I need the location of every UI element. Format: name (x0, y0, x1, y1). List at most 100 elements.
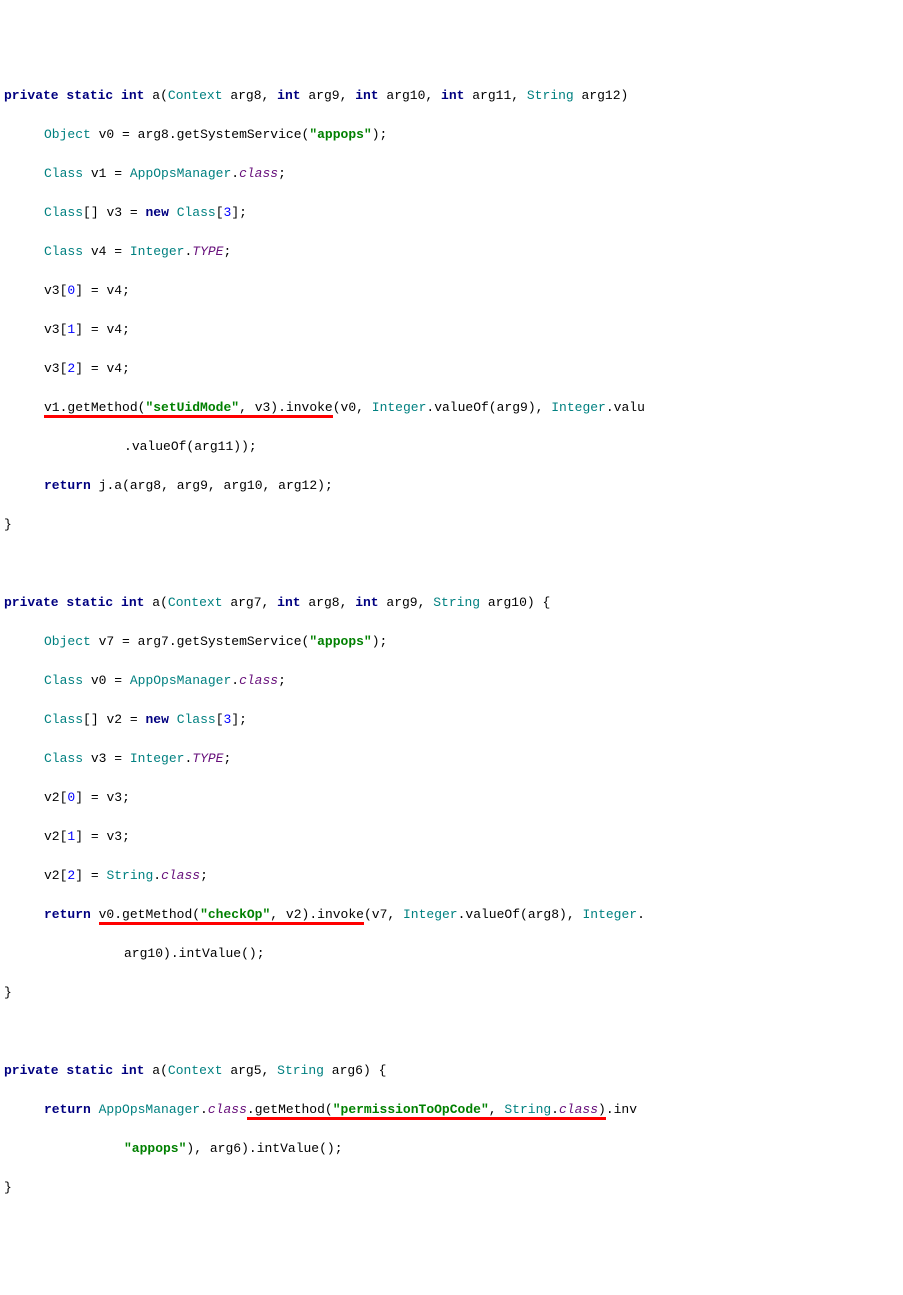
var-arg12: arg12 (278, 478, 317, 493)
dot: . (114, 907, 122, 922)
type-class: Class (44, 244, 83, 259)
rparen: ) (186, 1141, 194, 1156)
lparen: ( (364, 907, 372, 922)
type-integer: Integer (372, 400, 427, 415)
var-v0: v0 (99, 907, 115, 922)
space (83, 751, 91, 766)
space (371, 1063, 379, 1078)
type-string: String (277, 1063, 324, 1078)
type-integer: Integer (130, 751, 185, 766)
keyword-return: return (44, 907, 91, 922)
highlighted-segment: v1.getMethod("setUidMode", v3).invoke (44, 400, 333, 418)
code-line: Class v4 = Integer.TYPE; (4, 242, 899, 262)
dot: . (169, 127, 177, 142)
eq: = (83, 361, 106, 376)
comma: , (340, 595, 356, 610)
eq: = (114, 634, 137, 649)
semi: ; (380, 634, 388, 649)
keyword-private: private (4, 595, 59, 610)
eq: = (106, 673, 129, 688)
code-line: v3[2] = v4; (4, 359, 899, 379)
method-getMethod: getMethod (122, 907, 192, 922)
keyword-private: private (4, 1063, 59, 1078)
eq: = (122, 205, 145, 220)
dot: . (200, 1102, 208, 1117)
semi: ; (122, 322, 130, 337)
code-line: private static int a(Context arg5, Strin… (4, 1061, 899, 1081)
code-line: v2[2] = String.class; (4, 866, 899, 886)
class-ref: class (559, 1102, 598, 1117)
comma: , (418, 595, 434, 610)
param-arg9: arg9 (386, 595, 417, 610)
var-v3: v3 (106, 205, 122, 220)
comma: , (425, 88, 441, 103)
semi: ; (239, 712, 247, 727)
lbrack: [ (60, 829, 68, 844)
method-name: a (152, 595, 160, 610)
string-appops: "appops" (124, 1141, 186, 1156)
type-appopsmanager: AppOpsManager (130, 166, 231, 181)
space (91, 478, 99, 493)
space (223, 1063, 231, 1078)
eq: = (122, 712, 145, 727)
method-getSystemService: getSystemService (177, 634, 302, 649)
rparen: ) (163, 946, 171, 961)
var-v4: v4 (106, 283, 122, 298)
var-v1: v1 (44, 400, 60, 415)
semi: ; (380, 127, 388, 142)
comma: , (567, 907, 583, 922)
type-class: Class (44, 166, 83, 181)
method-intvalue: intValue (179, 946, 241, 961)
var-v0: v0 (99, 127, 115, 142)
space (535, 595, 543, 610)
type-appopsmanager: AppOpsManager (99, 1102, 200, 1117)
type-context: Context (168, 595, 223, 610)
blank-line (4, 554, 899, 574)
keyword-int: int (277, 595, 300, 610)
dot: . (169, 634, 177, 649)
rbrace: } (4, 985, 12, 1000)
eq: = (83, 322, 106, 337)
eq: = (106, 751, 129, 766)
dot: . (551, 1102, 559, 1117)
dot: . (278, 400, 286, 415)
code-line: v1.getMethod("setUidMode", v3).invoke(v0… (4, 398, 899, 418)
dot: . (606, 400, 614, 415)
semi: ; (223, 244, 231, 259)
type-string: String (504, 1102, 551, 1117)
method-valueof: valueOf (465, 907, 520, 922)
code-line: Class v3 = Integer.TYPE; (4, 749, 899, 769)
string-setuidmode: "setUidMode" (145, 400, 239, 415)
rbrack: ] (75, 829, 83, 844)
code-line: Object v0 = arg8.getSystemService("appop… (4, 125, 899, 145)
semi: ; (278, 166, 286, 181)
code-line: return AppOpsManager.class.getMethod("pe… (4, 1100, 899, 1120)
string-appops: "appops" (309, 127, 371, 142)
dot: . (309, 907, 317, 922)
highlighted-segment: .getMethod("permissionToOpCode", String.… (247, 1102, 606, 1120)
space (113, 88, 121, 103)
type-class: Class (177, 205, 216, 220)
rbrack: ] (75, 868, 83, 883)
method-getMethod: getMethod (255, 1102, 325, 1117)
var-v3: v3 (44, 283, 60, 298)
var-arg10: arg10 (224, 478, 263, 493)
rparen: ) (241, 439, 249, 454)
string-permissiontoopcode: "permissionToOpCode" (333, 1102, 489, 1117)
param-arg6: arg6 (332, 1063, 363, 1078)
comma: , (536, 400, 552, 415)
rparen: ) (249, 946, 257, 961)
rparen: ) (270, 400, 278, 415)
var-v4: v4 (91, 244, 107, 259)
type-class: Class (44, 712, 83, 727)
var-arg9: arg9 (497, 400, 528, 415)
var-v3: v3 (106, 790, 122, 805)
param-arg10: arg10 (386, 88, 425, 103)
param-arg8: arg8 (230, 88, 261, 103)
lbrack: [ (60, 868, 68, 883)
method-invoke: invoke (317, 907, 364, 922)
keyword-int: int (121, 88, 144, 103)
var-arg8: arg8 (528, 907, 559, 922)
keyword-new: new (145, 205, 168, 220)
keyword-private: private (4, 88, 59, 103)
